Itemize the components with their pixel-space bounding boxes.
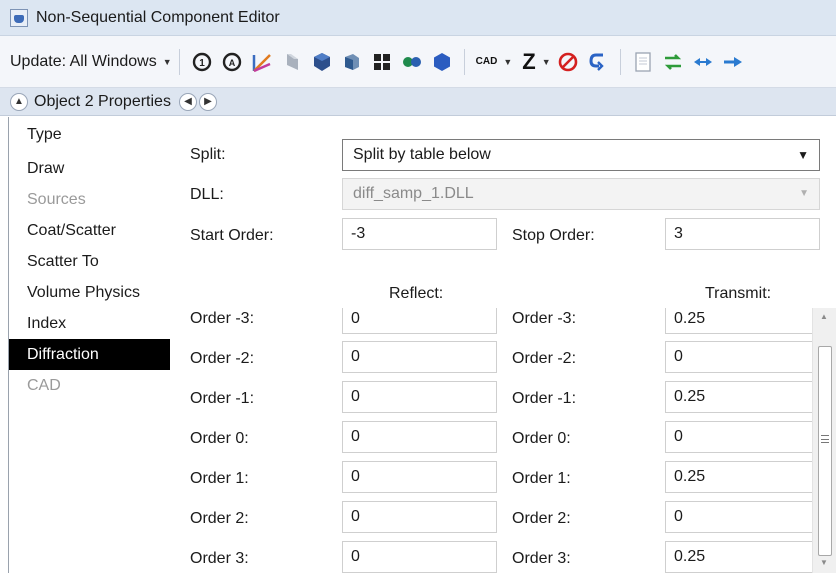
nav-item-type[interactable]: Type <box>9 117 170 153</box>
scroll-up-arrow-icon[interactable]: ▲ <box>820 312 828 321</box>
properties-header: ▲ Object 2 Properties ◀ ▶ <box>0 88 836 116</box>
nav-item-scatter-to[interactable]: Scatter To <box>9 246 170 277</box>
transmit-order-label: Order 3: <box>512 550 571 567</box>
arrows-icon[interactable] <box>691 50 715 74</box>
toolbar-separator <box>619 48 621 75</box>
transmit-order-input[interactable]: 0.25 <box>665 381 820 413</box>
transmit-order-label: Order -3: <box>512 310 577 327</box>
cad-label: CAD <box>475 56 498 67</box>
no-icon[interactable] <box>556 50 580 74</box>
cube-icon[interactable] <box>310 50 334 74</box>
hexagon-icon[interactable] <box>430 50 454 74</box>
document-icon[interactable] <box>631 50 655 74</box>
diffraction-panel: Split: Split by table below ▼ DLL: diff_… <box>172 117 836 573</box>
count-all-rays-icon[interactable]: A <box>220 50 244 74</box>
window-title: Non-Sequential Component Editor <box>36 8 280 26</box>
toolbar: Update: All Windows ▼ 1 A CAD ▼ Z ▼ <box>0 36 836 88</box>
chevron-down-icon: ▼ <box>797 148 809 162</box>
reflect-order-input[interactable]: 0 <box>342 308 497 334</box>
z-dropdown[interactable]: Z ▼ <box>522 49 550 75</box>
chevron-down-icon: ▼ <box>162 56 172 67</box>
property-category-list: Type Draw Sources Coat/Scatter Scatter T… <box>8 117 170 573</box>
transmit-header: Transmit: <box>705 285 772 302</box>
properties-title: Object 2 Properties <box>34 92 171 110</box>
transmit-order-label: Order 1: <box>512 470 571 487</box>
reflect-order-label: Order 0: <box>190 430 249 447</box>
transmit-order-label: Order -2: <box>512 350 577 367</box>
chevron-left-icon: ◀ <box>184 96 192 107</box>
arrow-right-icon[interactable] <box>721 50 745 74</box>
split-select-value: Split by table below <box>353 146 491 163</box>
toolbar-separator <box>178 48 180 75</box>
two-dots-icon[interactable] <box>400 50 424 74</box>
count-rays-icon[interactable]: 1 <box>190 50 214 74</box>
transmit-order-label: Order 0: <box>512 430 571 447</box>
scroll-down-arrow-icon[interactable]: ▼ <box>820 558 828 567</box>
update-windows-dropdown[interactable]: Update: All Windows ▼ <box>10 53 172 71</box>
lens-icon[interactable] <box>280 50 304 74</box>
nav-item-index[interactable]: Index <box>9 308 170 339</box>
object-icon[interactable] <box>340 50 364 74</box>
undo-icon[interactable] <box>586 50 610 74</box>
toolbar-separator <box>463 48 465 75</box>
nav-item-volume-physics[interactable]: Volume Physics <box>9 277 170 308</box>
chevron-down-icon: ▼ <box>541 56 551 67</box>
nav-item-sources: Sources <box>27 191 86 208</box>
transmit-order-label: Order -1: <box>512 390 577 407</box>
transmit-order-label: Order 2: <box>512 510 571 527</box>
update-label: Update: All Windows <box>10 52 157 70</box>
chevron-right-icon: ▶ <box>204 96 212 107</box>
reflect-order-input[interactable]: 0 <box>342 461 497 493</box>
transmit-order-input[interactable]: 0 <box>665 341 820 373</box>
svg-text:A: A <box>228 58 235 68</box>
grid-icon[interactable] <box>370 50 394 74</box>
cad-dropdown[interactable]: CAD ▼ <box>476 56 513 67</box>
dll-select-value: diff_samp_1.DLL <box>353 185 474 202</box>
nav-item-coat-scatter[interactable]: Coat/Scatter <box>9 215 170 246</box>
reflect-order-label: Order 2: <box>190 510 249 527</box>
nav-item-draw[interactable]: Draw <box>9 153 170 184</box>
title-bar: Non-Sequential Component Editor <box>0 0 836 36</box>
stop-order-label: Stop Order: <box>512 227 595 244</box>
vertical-scrollbar[interactable]: ▲ ▼ <box>812 308 836 573</box>
z-label: Z <box>522 48 536 74</box>
reflect-order-label: Order -1: <box>190 390 255 407</box>
chevron-down-icon: ▼ <box>799 188 809 199</box>
collapse-button[interactable]: ▲ <box>10 92 28 111</box>
previous-object-button[interactable]: ◀ <box>178 92 197 111</box>
transmit-order-input[interactable]: 0.25 <box>665 308 820 334</box>
reflect-order-input[interactable]: 0 <box>342 541 497 573</box>
svg-text:1: 1 <box>199 58 205 69</box>
split-select[interactable]: Split by table below ▼ <box>342 139 820 171</box>
app-icon <box>10 8 28 27</box>
start-order-input[interactable]: -3 <box>342 218 497 250</box>
swap-icon[interactable] <box>661 50 685 74</box>
reflect-order-label: Order -3: <box>190 310 255 327</box>
reflect-order-input[interactable]: 0 <box>342 421 497 453</box>
transmit-order-input[interactable]: 0 <box>665 501 820 533</box>
transmit-order-input[interactable]: 0 <box>665 421 820 453</box>
split-label: Split: <box>190 146 226 163</box>
dll-label: DLL: <box>190 186 224 203</box>
reflect-order-input[interactable]: 0 <box>342 341 497 373</box>
next-object-button[interactable]: ▶ <box>198 92 217 111</box>
stop-order-input[interactable]: 3 <box>665 218 820 250</box>
reflect-order-input[interactable]: 0 <box>342 501 497 533</box>
nav-item-diffraction[interactable]: Diffraction <box>9 339 170 370</box>
dll-select: diff_samp_1.DLL ▼ <box>342 178 820 210</box>
reflect-order-input[interactable]: 0 <box>342 381 497 413</box>
reflect-header: Reflect: <box>389 285 444 302</box>
scrollbar-thumb[interactable] <box>818 346 832 556</box>
reflect-order-label: Order 1: <box>190 470 249 487</box>
transmit-order-input[interactable]: 0.25 <box>665 541 820 573</box>
chevron-up-icon: ▲ <box>14 96 24 107</box>
transmit-order-input[interactable]: 0.25 <box>665 461 820 493</box>
start-order-label: Start Order: <box>190 227 274 244</box>
nav-item-cad: CAD <box>27 377 61 394</box>
ray-trace-icon[interactable] <box>250 50 274 74</box>
grip-icon <box>821 435 829 443</box>
reflect-order-label: Order -2: <box>190 350 255 367</box>
chevron-down-icon: ▼ <box>503 56 513 67</box>
reflect-order-label: Order 3: <box>190 550 249 567</box>
